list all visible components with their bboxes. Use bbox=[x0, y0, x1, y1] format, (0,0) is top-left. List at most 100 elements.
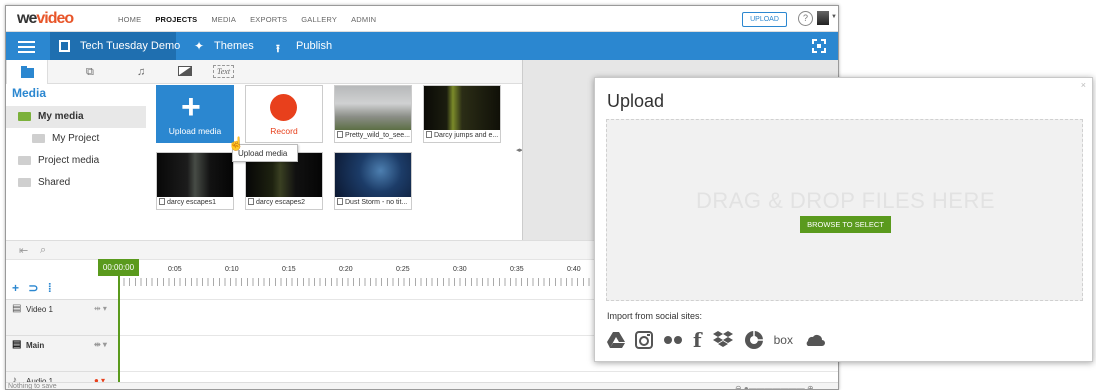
folder-icon bbox=[18, 112, 31, 121]
instagram-icon[interactable] bbox=[635, 331, 653, 349]
background-icon bbox=[178, 66, 192, 76]
avatar[interactable] bbox=[817, 11, 829, 25]
clip-caption: darcy escapes1 bbox=[159, 198, 232, 206]
film-icon: ▤ bbox=[12, 303, 22, 314]
media-clip-tile[interactable]: darcy escapes1 bbox=[156, 152, 234, 210]
chevron-down-icon[interactable]: ▼ bbox=[831, 14, 837, 20]
onedrive-icon[interactable] bbox=[803, 333, 825, 347]
sidebar-item-shared[interactable]: Shared bbox=[6, 172, 146, 194]
nav-links: HOME PROJECTS MEDIA EXPORTS GALLERY ADMI… bbox=[118, 15, 390, 24]
tab-audio[interactable]: ♫ bbox=[123, 60, 165, 84]
ruler-mark: 0:40 bbox=[567, 266, 581, 273]
track-main[interactable]: ▤ Main ⇹ ▾ bbox=[6, 335, 118, 371]
wevideo-logo[interactable]: wevideo bbox=[17, 10, 74, 28]
clip-caption-text: darcy escapes1 bbox=[167, 199, 217, 206]
help-icon[interactable]: ? bbox=[798, 11, 813, 26]
ruler-mark: 0:10 bbox=[225, 266, 239, 273]
ruler-mark: 0:05 bbox=[168, 266, 182, 273]
ruler-mark: 0:35 bbox=[510, 266, 524, 273]
split-icon[interactable]: ⁞ bbox=[48, 281, 52, 295]
nav-projects[interactable]: PROJECTS bbox=[155, 15, 197, 24]
sidebar-item-my-media[interactable]: My media bbox=[6, 106, 146, 128]
track-video-1[interactable]: ▤ Video 1 ⇹ ▾ bbox=[6, 299, 118, 335]
save-status: Nothing to save bbox=[8, 383, 57, 390]
ruler-mark: 0:15 bbox=[282, 266, 296, 273]
clip-thumbnail bbox=[157, 153, 233, 197]
publish-arrow-icon[interactable]: ⭱ bbox=[276, 40, 280, 59]
logo-part-video: video bbox=[36, 10, 74, 27]
playhead-time[interactable]: 00:00:00 bbox=[98, 259, 139, 276]
film-icon bbox=[59, 40, 70, 52]
drop-zone[interactable]: DRAG & DROP FILES HERE BROWSE TO SELECT bbox=[606, 119, 1083, 301]
search-icon[interactable]: ⌕ bbox=[40, 244, 46, 257]
nav-exports[interactable]: EXPORTS bbox=[250, 15, 287, 24]
facebook-icon[interactable]: f bbox=[693, 328, 702, 352]
social-import-row: f box bbox=[607, 328, 825, 352]
picasa-icon[interactable] bbox=[744, 330, 764, 350]
add-track-icon[interactable]: + bbox=[12, 281, 19, 295]
media-heading: Media bbox=[12, 86, 47, 100]
clip-thumbnail bbox=[335, 153, 411, 197]
browse-button[interactable]: BROWSE TO SELECT bbox=[800, 216, 891, 233]
upload-button[interactable]: UPLOAD bbox=[742, 12, 787, 27]
tab-text[interactable]: Text bbox=[213, 65, 235, 78]
top-nav: wevideo HOME PROJECTS MEDIA EXPORTS GALL… bbox=[6, 6, 838, 32]
tab-media[interactable] bbox=[6, 60, 48, 84]
record-tile[interactable]: Record bbox=[245, 85, 323, 143]
magnet-icon[interactable]: ⊃ bbox=[28, 281, 38, 295]
track-options-icon[interactable]: ⇹ ▾ bbox=[94, 304, 107, 313]
box-icon[interactable]: box bbox=[774, 333, 793, 347]
fullscreen-icon[interactable] bbox=[812, 39, 826, 53]
hamburger-menu-icon[interactable] bbox=[18, 41, 35, 53]
drop-zone-text: DRAG & DROP FILES HERE bbox=[695, 188, 996, 213]
ruler-mark: 0:25 bbox=[396, 266, 410, 273]
media-clip-tile[interactable]: Pretty_wild_to_see... bbox=[334, 85, 412, 143]
clip-caption: Darcy jumps and e... bbox=[426, 131, 499, 139]
upload-dialog: Upload × DRAG & DROP FILES HERE BROWSE T… bbox=[594, 77, 1093, 362]
tab-transitions[interactable]: ⧉ bbox=[72, 60, 114, 84]
project-tab[interactable]: Tech Tuesday Demo bbox=[50, 32, 180, 60]
track-name: Main bbox=[26, 341, 45, 350]
sidebar-item-label: My Project bbox=[52, 133, 100, 144]
clip-caption-text: Pretty_wild_to_see... bbox=[345, 132, 410, 139]
upload-media-tile[interactable]: + Upload media bbox=[156, 85, 234, 143]
record-icon bbox=[270, 94, 297, 121]
zoom-slider[interactable]: ⊖ ●——————— ⊕ bbox=[735, 384, 814, 389]
nav-gallery[interactable]: GALLERY bbox=[301, 15, 337, 24]
magic-wand-icon[interactable]: ✦ bbox=[194, 39, 204, 53]
clip-thumbnail bbox=[424, 86, 500, 130]
upload-media-label: Upload media bbox=[168, 126, 222, 136]
sidebar-item-label: Project media bbox=[38, 155, 100, 166]
transitions-icon: ⧉ bbox=[86, 66, 94, 78]
sidebar-item-project-media[interactable]: Project media bbox=[6, 150, 146, 172]
clip-caption-text: Darcy jumps and e... bbox=[434, 132, 499, 139]
tab-backgrounds[interactable] bbox=[164, 60, 206, 84]
sidebar-item-my-project[interactable]: My Project bbox=[6, 128, 146, 150]
ruler-mark: 0:30 bbox=[453, 266, 467, 273]
nav-media[interactable]: MEDIA bbox=[211, 15, 236, 24]
nav-home[interactable]: HOME bbox=[118, 15, 141, 24]
clip-caption: Dust Storm - no tit... bbox=[337, 198, 410, 206]
project-title: Tech Tuesday Demo bbox=[80, 40, 181, 52]
hand-cursor-icon: ☝ bbox=[228, 136, 245, 151]
folder-icon bbox=[18, 156, 31, 165]
track-options-icon[interactable]: ⇹ ▾ bbox=[94, 340, 107, 349]
fit-timeline-icon[interactable]: ⇤ bbox=[19, 244, 28, 257]
google-drive-icon[interactable] bbox=[607, 332, 625, 348]
sidebar-item-label: My media bbox=[38, 111, 84, 122]
folder-icon bbox=[21, 66, 34, 78]
dropbox-icon[interactable] bbox=[712, 331, 734, 349]
media-clip-tile[interactable]: Darcy jumps and e... bbox=[423, 85, 501, 143]
ruler-mark: 0:20 bbox=[339, 266, 353, 273]
status-bar: Nothing to save bbox=[6, 382, 838, 390]
flickr-icon[interactable] bbox=[663, 335, 683, 345]
clip-thumbnail bbox=[335, 86, 411, 130]
timeline-tools: + ⊃ ⁞ bbox=[12, 281, 52, 295]
publish-button[interactable]: Publish bbox=[296, 40, 332, 52]
clip-caption: Pretty_wild_to_see... bbox=[337, 131, 410, 139]
dialog-title: Upload bbox=[607, 91, 665, 111]
nav-admin[interactable]: ADMIN bbox=[351, 15, 376, 24]
close-icon[interactable]: × bbox=[1081, 80, 1086, 90]
media-clip-tile[interactable]: Dust Storm - no tit... bbox=[334, 152, 412, 210]
themes-button[interactable]: Themes bbox=[214, 40, 254, 52]
